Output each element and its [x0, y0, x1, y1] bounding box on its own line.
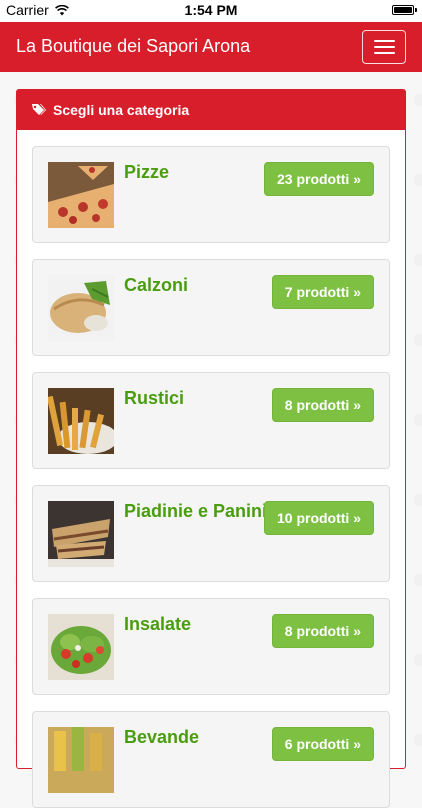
clock: 1:54 PM: [184, 2, 238, 18]
brand-title[interactable]: La Boutique dei Sapori Arona: [16, 36, 250, 57]
products-count-button[interactable]: 8 prodotti »: [271, 614, 374, 648]
drinks-image: [48, 727, 114, 793]
products-count-button[interactable]: 7 prodotti »: [271, 275, 374, 309]
products-count-button[interactable]: 6 prodotti »: [271, 727, 374, 761]
category-card-rustici[interactable]: Rustici 8 prodotti »: [32, 372, 390, 469]
piadina-image: [48, 501, 114, 567]
category-name[interactable]: Pizze: [124, 162, 169, 183]
products-count-button[interactable]: 23 prodotti »: [263, 162, 374, 196]
category-name[interactable]: Piadinie e Panini: [124, 501, 267, 522]
tags-icon: [32, 104, 46, 115]
category-card-piadinie-panini[interactable]: Piadinie e Panini 10 prodotti »: [32, 485, 390, 582]
battery-icon: [392, 5, 417, 15]
salad-image: [48, 614, 114, 680]
products-count-button[interactable]: 10 prodotti »: [263, 501, 374, 535]
products-count-button[interactable]: 8 prodotti »: [271, 388, 374, 422]
category-card-insalate[interactable]: Insalate 8 prodotti »: [32, 598, 390, 695]
status-bar: Carrier 1:54 PM: [0, 0, 422, 22]
category-card-bevande[interactable]: Bevande 6 prodotti »: [32, 711, 390, 808]
category-name[interactable]: Rustici: [124, 388, 184, 409]
category-name[interactable]: Calzoni: [124, 275, 188, 296]
category-card-pizze[interactable]: Pizze 23 prodotti »: [32, 146, 390, 243]
calzone-image: [48, 275, 114, 341]
category-card-calzoni[interactable]: Calzoni 7 prodotti »: [32, 259, 390, 356]
panel-title: Scegli una categoria: [53, 102, 190, 118]
pizza-image: [48, 162, 114, 228]
menu-icon: [374, 40, 395, 42]
panel-heading: Scegli una categoria: [17, 90, 405, 130]
fries-image: [48, 388, 114, 454]
category-name[interactable]: Insalate: [124, 614, 191, 635]
hamburger-menu-button[interactable]: [362, 30, 406, 64]
category-name[interactable]: Bevande: [124, 727, 199, 748]
category-panel: Scegli una categoria Pizze 23 prodotti »: [16, 89, 406, 808]
navbar: La Boutique dei Sapori Arona: [0, 22, 422, 72]
